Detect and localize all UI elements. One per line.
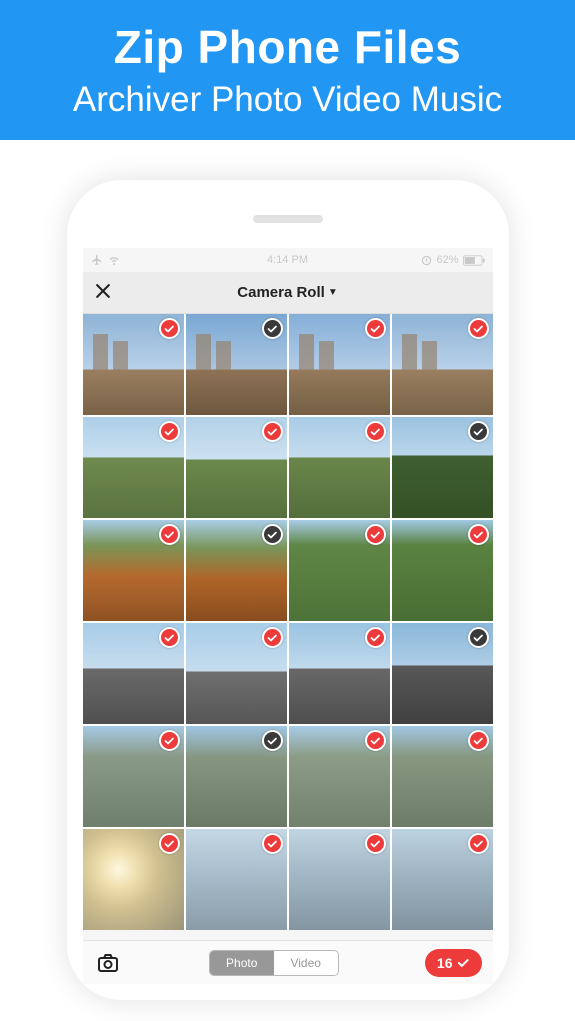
camera-button[interactable] [93,948,123,978]
phone-frame-wrap: 4:14 PM 62% Camera Roll ▼ [0,140,575,1000]
photo-cell[interactable] [392,520,493,621]
selected-check-icon[interactable] [262,833,283,854]
status-battery-percent: 62% [436,254,458,266]
promo-banner: Zip Phone Files Archiver Photo Video Mus… [0,0,575,140]
photo-cell[interactable] [289,726,390,827]
photo-grid [83,314,493,930]
photo-cell[interactable] [392,829,493,930]
photo-cell[interactable] [186,829,287,930]
wifi-icon [107,254,121,266]
photo-cell[interactable] [186,417,287,518]
photo-cell[interactable] [83,623,184,724]
phone-frame: 4:14 PM 62% Camera Roll ▼ [67,180,509,1000]
selected-check-icon[interactable] [262,627,283,648]
photo-cell[interactable] [392,726,493,827]
photo-cell[interactable] [186,726,287,827]
unselected-check-icon[interactable] [468,627,489,648]
unselected-check-icon[interactable] [262,318,283,339]
selected-check-icon[interactable] [365,730,386,751]
phone-speaker [253,215,323,223]
selected-check-icon[interactable] [262,421,283,442]
segment-video[interactable]: Video [274,951,338,975]
photo-cell[interactable] [289,417,390,518]
album-selector[interactable]: Camera Roll ▼ [237,284,337,301]
photo-cell[interactable] [289,520,390,621]
selected-check-icon[interactable] [159,627,180,648]
close-button[interactable] [93,281,113,305]
orientation-lock-icon [421,255,432,266]
selected-check-icon[interactable] [468,318,489,339]
selected-check-icon[interactable] [365,833,386,854]
selected-check-icon[interactable] [159,833,180,854]
selected-check-icon[interactable] [468,524,489,545]
selected-check-icon[interactable] [159,730,180,751]
airplane-mode-icon [91,254,103,266]
photo-cell[interactable] [289,314,390,415]
selected-check-icon[interactable] [365,627,386,648]
photo-cell[interactable] [186,623,287,724]
battery-icon [463,255,485,266]
segment-photo[interactable]: Photo [210,951,274,975]
phone-screen: 4:14 PM 62% Camera Roll ▼ [83,248,493,984]
photo-cell[interactable] [186,520,287,621]
selected-check-icon[interactable] [365,524,386,545]
status-bar: 4:14 PM 62% [83,248,493,272]
photo-cell[interactable] [392,314,493,415]
selected-check-icon[interactable] [365,421,386,442]
selected-check-icon[interactable] [468,730,489,751]
selected-check-icon[interactable] [159,318,180,339]
unselected-check-icon[interactable] [468,421,489,442]
banner-title: Zip Phone Files [10,20,565,74]
photo-cell[interactable] [289,623,390,724]
bottom-toolbar: Photo Video 16 [83,940,493,984]
photo-cell[interactable] [83,417,184,518]
media-type-segmented: Photo Video [209,950,339,976]
photo-cell[interactable] [83,829,184,930]
unselected-check-icon[interactable] [262,524,283,545]
nav-bar: Camera Roll ▼ [83,272,493,314]
banner-subtitle: Archiver Photo Video Music [10,80,565,120]
photo-cell[interactable] [83,520,184,621]
photo-cell[interactable] [392,417,493,518]
album-title: Camera Roll [237,284,325,301]
selection-count: 16 [437,955,453,971]
selected-check-icon[interactable] [468,833,489,854]
selected-check-icon[interactable] [159,524,180,545]
photo-cell[interactable] [289,829,390,930]
photo-cell[interactable] [83,314,184,415]
selection-count-button[interactable]: 16 [425,949,483,977]
selected-check-icon[interactable] [365,318,386,339]
photo-cell[interactable] [83,726,184,827]
photo-cell[interactable] [392,623,493,724]
selected-check-icon[interactable] [159,421,180,442]
unselected-check-icon[interactable] [262,730,283,751]
status-time: 4:14 PM [267,254,308,266]
chevron-down-icon: ▼ [328,287,338,298]
photo-cell[interactable] [186,314,287,415]
